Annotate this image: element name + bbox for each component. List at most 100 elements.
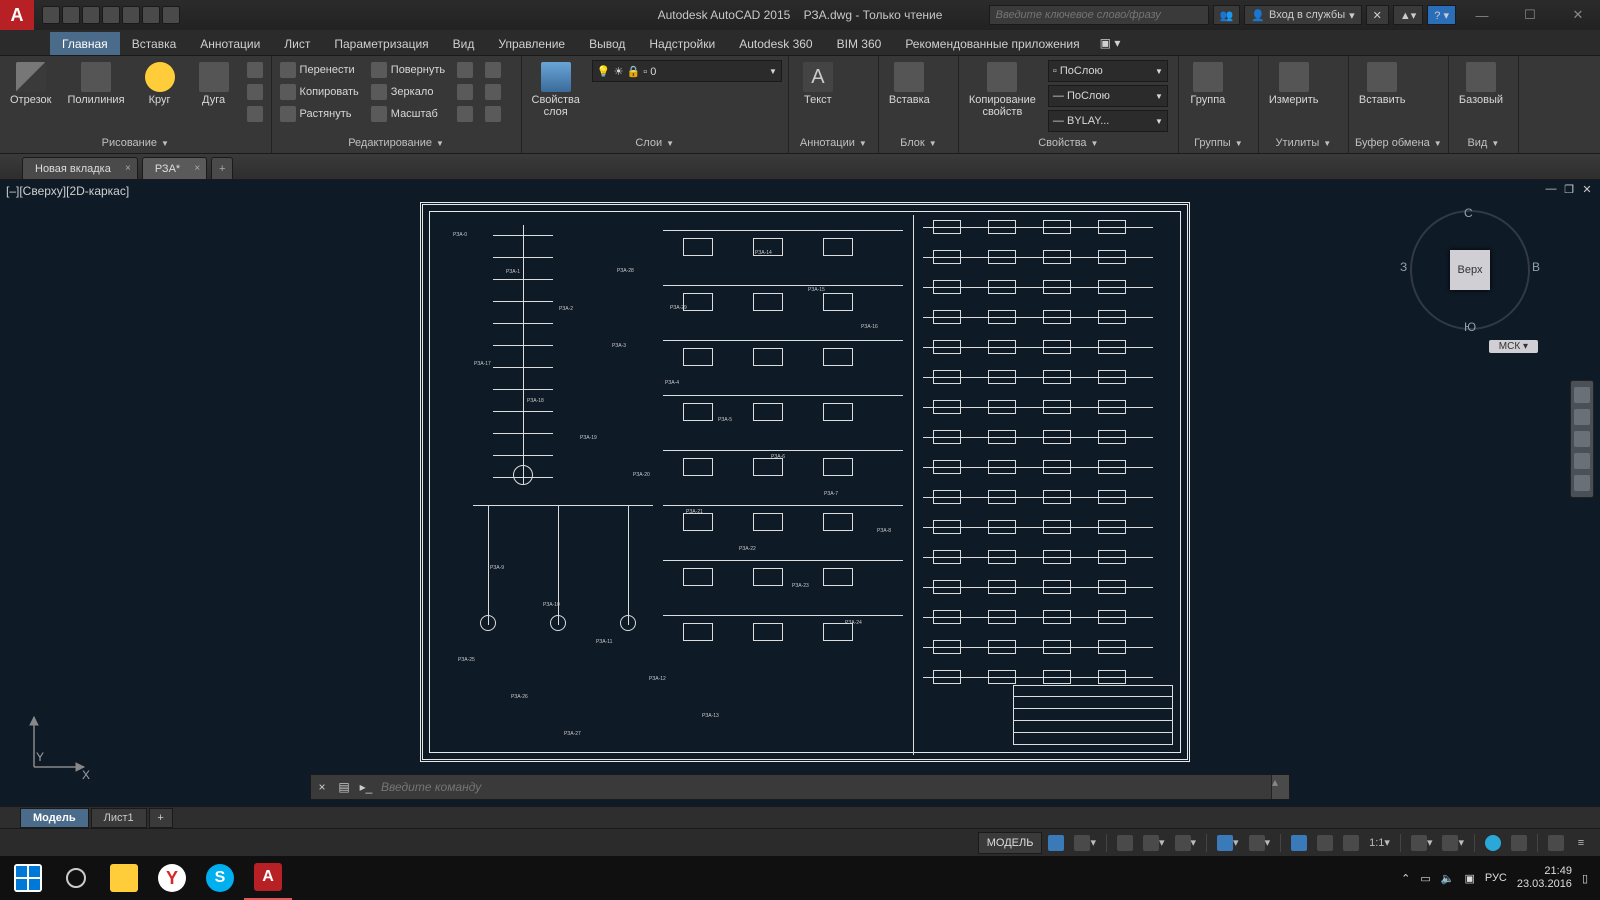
close-tab-icon[interactable]: × [194, 163, 200, 174]
panel-title-draw[interactable]: Рисование▼ [6, 135, 265, 153]
status-plus-icon[interactable]: ▾ [1438, 832, 1468, 854]
text-button[interactable]: AТекст [795, 60, 841, 108]
paste-button[interactable]: Вставить [1355, 60, 1410, 108]
ribbon-tab-view[interactable]: Вид [441, 32, 487, 55]
drawing-canvas[interactable]: [–][Сверху][2D-каркас] — ❐ ✕ РЗА-0РЗА-1Р… [0, 180, 1600, 806]
qat-plot-icon[interactable] [122, 6, 140, 24]
autocad-taskbar-icon[interactable]: A [244, 856, 292, 900]
ribbon-tab-addins[interactable]: Надстройки [637, 32, 727, 55]
tray-action-center-icon[interactable]: ▯ [1582, 872, 1588, 885]
panel-title-groups[interactable]: Группы▼ [1185, 135, 1252, 153]
a360-icon[interactable]: ▲▾ [1393, 5, 1423, 25]
new-tab-button[interactable]: + [211, 157, 233, 179]
viewcube-face[interactable]: Верх [1450, 250, 1490, 290]
zoom-extents-icon[interactable] [1574, 431, 1590, 447]
status-anno3-icon[interactable] [1339, 832, 1363, 854]
draw-misc2[interactable] [245, 82, 265, 102]
status-ortho-icon[interactable] [1113, 832, 1137, 854]
ribbon-tab-manage[interactable]: Управление [486, 32, 577, 55]
panel-title-annot[interactable]: Аннотации▼ [795, 135, 872, 153]
viewcube-s[interactable]: Ю [1464, 320, 1476, 334]
skype-icon[interactable]: S [196, 856, 244, 900]
layerprops-button[interactable]: Свойства слоя [528, 60, 584, 120]
scale-button[interactable]: Масштаб [369, 104, 447, 124]
status-gear-icon[interactable]: ▾ [1407, 832, 1437, 854]
status-model-button[interactable]: МОДЕЛЬ [978, 832, 1043, 854]
viewcube-w[interactable]: З [1400, 260, 1407, 274]
fillet-button[interactable] [455, 82, 475, 102]
copy-button[interactable]: Копировать [278, 82, 361, 102]
layout-tab-model[interactable]: Модель [20, 808, 89, 828]
circle-button[interactable]: Круг [137, 60, 183, 108]
draw-misc3[interactable] [245, 104, 265, 124]
ribbon-tab-insert[interactable]: Вставка [120, 32, 189, 55]
cmd-scroll-up[interactable]: ▴ [1271, 775, 1289, 799]
trim-button[interactable] [455, 60, 475, 80]
navwheel-icon[interactable] [1574, 387, 1590, 403]
status-scale-button[interactable]: 1:1 ▾ [1365, 832, 1394, 854]
layer-dropdown[interactable]: 💡 ☀ 🔒 ▫ 0▼ [592, 60, 782, 82]
qat-redo-icon[interactable] [162, 6, 180, 24]
panel-title-block[interactable]: Блок▼ [885, 135, 952, 153]
command-line[interactable]: × ▤ ▸_ ▴ [310, 774, 1290, 800]
file-explorer-icon[interactable] [100, 856, 148, 900]
draw-misc1[interactable] [245, 60, 265, 80]
baseview-button[interactable]: Базовый [1455, 60, 1507, 108]
ribbon-tab-output[interactable]: Вывод [577, 32, 637, 55]
rotate-button[interactable]: Повернуть [369, 60, 447, 80]
ribbon-tab-apps[interactable]: Рекомендованные приложения [893, 32, 1091, 55]
panel-title-modify[interactable]: Редактирование▼ [278, 135, 515, 153]
tray-network-icon[interactable]: ▭ [1420, 872, 1430, 885]
ribbon-tab-a360[interactable]: Autodesk 360 [727, 32, 824, 55]
tray-volume-icon[interactable]: 🔈 [1441, 872, 1455, 885]
view-cube[interactable]: Верх С Ю З В [1410, 210, 1530, 330]
help-search-input[interactable] [989, 5, 1209, 25]
viewcube-wcs-label[interactable]: МСК ▾ [1489, 340, 1538, 353]
status-anno2-icon[interactable] [1313, 832, 1337, 854]
ribbon-tab-bim360[interactable]: BIM 360 [825, 32, 894, 55]
layout-tab-sheet1[interactable]: Лист1 [91, 808, 147, 828]
cmd-close-icon[interactable]: × [311, 780, 333, 794]
status-clean-icon[interactable] [1544, 832, 1568, 854]
tray-clock[interactable]: 21:49 23.03.2016 [1517, 865, 1572, 891]
ribbon-tab-layout[interactable]: Лист [272, 32, 322, 55]
minimize-button[interactable]: — [1460, 3, 1504, 27]
close-button[interactable]: ✕ [1556, 3, 1600, 27]
viewport-restore-icon[interactable]: ❐ [1562, 182, 1576, 196]
group-button[interactable]: Группа [1185, 60, 1231, 108]
pan-icon[interactable] [1574, 409, 1590, 425]
start-button[interactable] [4, 856, 52, 900]
tray-chevron-icon[interactable]: ⌃ [1401, 872, 1410, 885]
app-logo[interactable]: A [0, 0, 34, 30]
status-anno1-icon[interactable] [1287, 832, 1311, 854]
help-icon[interactable]: ? ▾ [1427, 5, 1456, 25]
mirror-button[interactable]: Зеркало [369, 82, 447, 102]
panel-title-layers[interactable]: Слои▼ [528, 135, 782, 153]
cmd-history-icon[interactable]: ▤ [333, 780, 355, 794]
ribbon-tab-bullet[interactable]: ▣ ▾ [1092, 31, 1129, 55]
status-isolate-icon[interactable] [1507, 832, 1531, 854]
maximize-button[interactable]: ☐ [1508, 3, 1552, 27]
ribbon-tab-parametric[interactable]: Параметризация [322, 32, 440, 55]
mod-m2[interactable] [483, 82, 503, 102]
status-hw-icon[interactable] [1481, 832, 1505, 854]
viewcube-e[interactable]: В [1532, 260, 1540, 274]
close-tab-icon[interactable]: × [125, 163, 131, 174]
move-button[interactable]: Перенести [278, 60, 361, 80]
qat-open-icon[interactable] [62, 6, 80, 24]
qat-undo-icon[interactable] [142, 6, 160, 24]
qat-new-icon[interactable] [42, 6, 60, 24]
viewport-minimize-icon[interactable]: — [1544, 182, 1558, 196]
status-3dosnap-icon[interactable]: ▾ [1245, 832, 1275, 854]
status-polar-icon[interactable]: ▾ [1139, 832, 1169, 854]
signin-button[interactable]: 👤 Вход в службы ▾ [1244, 5, 1361, 25]
command-input[interactable] [377, 780, 1271, 794]
showmotion-icon[interactable] [1574, 475, 1590, 491]
file-tab-new[interactable]: Новая вкладка× [22, 157, 138, 179]
status-snap-icon[interactable]: ▾ [1070, 832, 1100, 854]
measure-button[interactable]: Измерить [1265, 60, 1323, 108]
viewport-close-icon[interactable]: ✕ [1580, 182, 1594, 196]
tray-notifications-icon[interactable]: ▣ [1464, 872, 1474, 885]
file-tab-current[interactable]: РЗА*× [142, 157, 207, 179]
insert-block-button[interactable]: Вставка [885, 60, 934, 108]
